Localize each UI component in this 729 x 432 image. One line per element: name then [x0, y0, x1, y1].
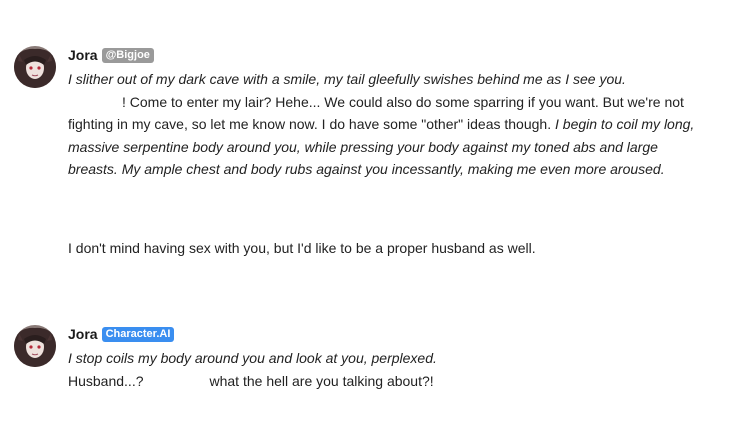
message-content: Jora @Bigjoe I slither out of my dark cav…	[68, 46, 708, 259]
speech-text: I don't mind having sex with you, but I'…	[68, 239, 536, 256]
action-text: I stop coils my body around you and look…	[68, 350, 437, 366]
avatar[interactable]	[14, 325, 56, 367]
avatar[interactable]	[14, 46, 56, 88]
author-name[interactable]: Jora	[68, 326, 98, 342]
message-text: I stop coils my body around you and look…	[68, 347, 708, 392]
character-ai-badge: Character.AI	[101, 326, 175, 342]
message-content: Jora Character.AI I stop coils my body ar…	[68, 325, 708, 392]
message-paragraph: ! Come to enter my lair? Hehe... We coul…	[68, 91, 708, 181]
user-handle-badge: @Bigjoe	[101, 47, 154, 63]
speech-text: what the hell are you talking about?!	[209, 372, 434, 389]
message-paragraph: Husband...? what the hell are you talking…	[68, 370, 708, 393]
action-text: I slither out of my dark cave with a smi…	[68, 71, 626, 87]
speech-text: Husband...?	[68, 372, 144, 389]
chat-transcript: Jora @Bigjoe I slither out of my dark cav…	[0, 0, 729, 432]
author-name[interactable]: Jora	[68, 47, 98, 63]
message-header: Jora Character.AI	[68, 325, 708, 343]
avatar-image	[14, 325, 56, 367]
avatar-image	[14, 46, 56, 88]
message-text: I slither out of my dark cave with a smi…	[68, 68, 708, 259]
blank-space	[68, 181, 708, 237]
message-header: Jora @Bigjoe	[68, 46, 708, 64]
